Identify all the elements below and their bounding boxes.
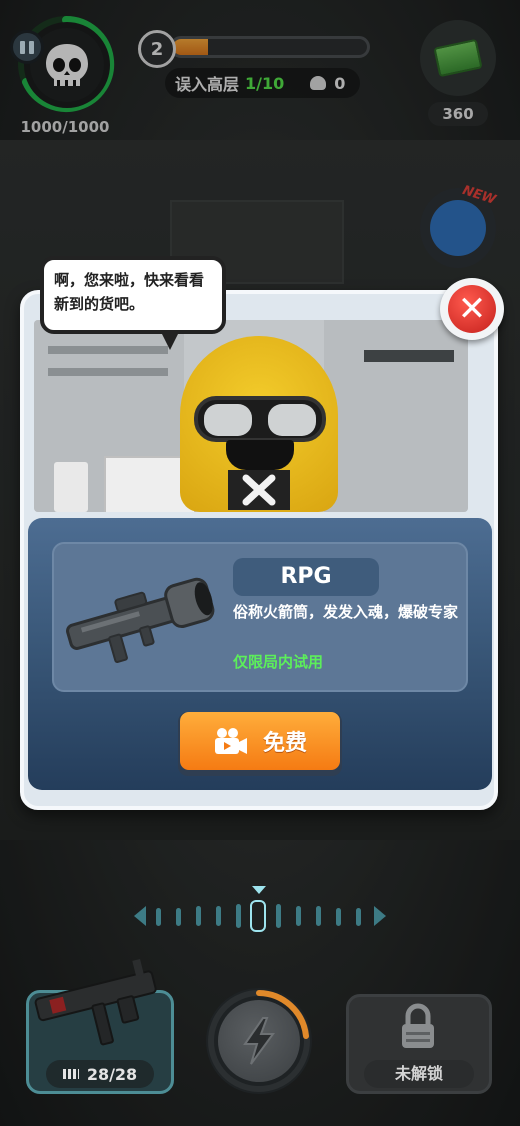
lock-icon [402, 1003, 434, 1048]
shopkeeper-vest [228, 470, 290, 510]
free-button[interactable]: 免费 [180, 712, 340, 770]
video-camera-icon [214, 728, 247, 754]
dial-pointer-icon [252, 886, 266, 894]
speech-bubble-tail [160, 330, 180, 350]
dial-tick [196, 906, 201, 926]
shopkeeper-mouth [226, 440, 294, 470]
dial-tick [336, 908, 341, 926]
goggle-lens [268, 404, 316, 436]
locked-label: 未解锁 [364, 1060, 474, 1088]
lightning-icon [218, 1000, 300, 1082]
close-button[interactable]: ✕ [440, 278, 504, 340]
x-mark-icon [242, 474, 276, 506]
wall-panel [324, 320, 468, 512]
bullets-icon [62, 1069, 79, 1079]
item-trial-note: 仅限局内试用 [233, 653, 324, 671]
speech-bubble: 啊，您来啦，快来看看新到的货吧。 [40, 256, 226, 334]
dial-tick [296, 906, 301, 926]
dial-right-arrow-icon [374, 906, 386, 926]
wall-rail [48, 368, 168, 376]
ammo-counter: 28/28 [46, 1060, 154, 1088]
free-button-label: 免费 [262, 731, 307, 756]
wall-rail [48, 346, 168, 354]
wall-gun-display [364, 350, 454, 362]
dial-tick [176, 908, 181, 926]
close-x-icon: ✕ [448, 285, 496, 333]
dial-tick [276, 904, 281, 928]
dial-tick [216, 906, 221, 926]
item-name: RPG [233, 558, 379, 596]
lightning-bolt-icon [243, 1017, 275, 1065]
rpg-launcher-icon [66, 577, 215, 663]
dial-tick [356, 908, 361, 926]
ammo-text: 28/28 [86, 1064, 138, 1084]
dial-left-arrow-icon [134, 906, 146, 926]
dial-tick [316, 906, 321, 926]
dial-tick [156, 908, 161, 926]
item-description: 俗称火箭筒，发发入魂，爆破专家 [233, 603, 459, 621]
goggle-lens [204, 404, 252, 436]
aim-dial-handle[interactable] [250, 900, 266, 932]
dial-tick [236, 904, 241, 928]
skull-cup [54, 462, 88, 512]
smg-weapon-icon [34, 958, 157, 1046]
